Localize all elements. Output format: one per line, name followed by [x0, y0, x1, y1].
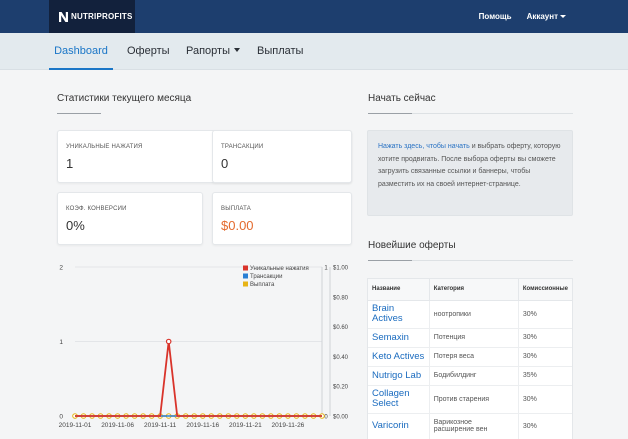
newest-title-rule	[368, 260, 412, 261]
y2-tick-label: 0	[324, 415, 328, 421]
x-tick-label: 2019-11-21	[229, 422, 262, 429]
offer-commission: 30%	[517, 300, 572, 329]
table-row[interactable]: Keto Actives Потеря веса 30%	[368, 347, 572, 367]
caret-down-icon	[560, 15, 566, 18]
y-tick-label: 2	[59, 265, 63, 272]
legend-swatch	[243, 273, 248, 279]
offer-commission: 35%	[517, 366, 572, 386]
payout-card: Выплата $0.00	[212, 192, 352, 245]
offer-category: Бодибилдинг	[428, 366, 519, 386]
y2-tick-label: 1	[324, 266, 328, 272]
transactions-value: 0	[221, 156, 229, 171]
conversion-card: Коэф. конверсии 0%	[57, 192, 203, 245]
start-title-rule	[368, 113, 412, 114]
newest-title: Новейшие оферты	[368, 240, 456, 251]
x-tick-label: 2019-11-01	[59, 422, 92, 429]
legend-swatch	[243, 265, 248, 271]
newest-title-rule-light	[412, 260, 573, 261]
y-tick-label: 0	[59, 414, 63, 421]
series-line	[75, 341, 322, 417]
offer-name[interactable]: Nutrigo Lab	[368, 366, 430, 386]
tab-reports[interactable]: Рапорты	[186, 33, 240, 70]
col-commission: Комиссионные	[517, 279, 572, 301]
logo-n-icon	[59, 11, 68, 22]
offers-table: Название Категория Комиссионные Brain Ac…	[367, 278, 573, 439]
start-title: Начать сейчас	[368, 93, 436, 104]
y3-tick-label: $0.00	[333, 415, 349, 421]
stats-title-rule	[57, 113, 101, 114]
account-menu[interactable]: Аккаунт	[527, 12, 566, 21]
conversion-value: 0%	[66, 218, 85, 233]
offer-category: Против старения	[428, 385, 519, 414]
unique-clicks-label: Уникальные нажатия	[66, 144, 143, 150]
y-tick-label: 1	[59, 339, 63, 346]
table-row[interactable]: Semaxin Потенция 30%	[368, 328, 572, 348]
y3-tick-label: $0.60	[333, 325, 349, 331]
y3-tick-label: $0.80	[333, 295, 349, 301]
brand-logo[interactable]: NUTRIPROFITS	[49, 0, 135, 33]
x-tick-label: 2019-11-06	[101, 422, 134, 429]
table-row[interactable]: Brain Actives ноотропики 30%	[368, 300, 572, 329]
tab-offers[interactable]: Оферты	[127, 33, 170, 70]
offer-commission: 30%	[517, 328, 572, 348]
top-links: Помощь Аккаунт	[464, 0, 566, 33]
offer-commission: 30%	[517, 385, 572, 414]
series-point	[165, 338, 172, 345]
tab-payouts[interactable]: Выплаты	[257, 33, 303, 70]
tab-dashboard[interactable]: Dashboard	[49, 33, 113, 70]
x-tick-label: 2019-11-16	[186, 422, 219, 429]
stats-title: Статистики текущего месяца	[57, 93, 192, 104]
unique-clicks-value: 1	[66, 156, 74, 171]
legend-label: Уникальные нажатия	[250, 266, 309, 272]
y3-tick-label: $0.40	[333, 355, 349, 361]
offer-category: Потенция	[428, 328, 519, 348]
offer-category: Варикозное расширение вен	[428, 413, 519, 439]
table-row[interactable]: Collagen Select Против старения 30%	[368, 385, 572, 414]
transactions-label: Трансакции	[221, 144, 264, 150]
x-tick-label: 2019-11-11	[144, 422, 177, 429]
y3-tick-label: $1.00	[333, 266, 349, 272]
payout-label: Выплата	[221, 206, 251, 212]
offer-name[interactable]: Varicorin	[368, 413, 430, 439]
table-row[interactable]: Varicorin Варикозное расширение вен 30%	[368, 413, 572, 439]
legend-label: Трансакции	[250, 274, 282, 280]
brand-name: NUTRIPROFITS	[71, 12, 133, 21]
top-bar: NUTRIPROFITS Помощь Аккаунт	[0, 0, 628, 33]
help-link[interactable]: Помощь	[479, 12, 512, 21]
account-label: Аккаунт	[526, 12, 558, 21]
table-row[interactable]: Nutrigo Lab Бодибилдинг 35%	[368, 366, 572, 386]
offer-name[interactable]: Brain Actives	[368, 300, 430, 329]
offer-category: ноотропики	[428, 300, 519, 329]
offer-name[interactable]: Semaxin	[368, 328, 430, 348]
offer-category: Потеря веса	[428, 347, 519, 367]
offer-commission: 30%	[517, 347, 572, 367]
main-nav: Dashboard Оферты Рапорты Выплаты	[0, 33, 628, 70]
legend-label: Выплата	[250, 282, 275, 288]
x-tick-label: 2019-11-26	[272, 422, 305, 429]
conversion-label: Коэф. конверсии	[66, 206, 127, 212]
offer-name[interactable]: Collagen Select	[368, 385, 430, 414]
offer-name[interactable]: Keto Actives	[368, 347, 430, 367]
offers-header-row: Название Категория Комиссионные	[368, 279, 572, 301]
start-link[interactable]: Нажать здесь, чтобы начать	[378, 143, 470, 150]
chevron-down-icon	[233, 48, 240, 53]
offer-commission: 30%	[517, 413, 572, 439]
transactions-card: Трансакции 0	[212, 130, 352, 183]
tab-reports-label: Рапорты	[186, 45, 230, 57]
start-info-box: Нажать здесь, чтобы начать и выбрать офе…	[367, 130, 573, 216]
y3-tick-label: $0.20	[333, 385, 349, 391]
start-title-rule-light	[412, 113, 573, 114]
stats-chart: 0 1 2 0 1 $0.00 $0.20 $0.40 $0.60 $0.80 $1.00 2019-…	[59, 265, 349, 430]
col-category: Категория	[428, 279, 519, 301]
col-name: Название	[368, 279, 430, 301]
legend-swatch	[243, 281, 248, 287]
payout-value: $0.00	[221, 218, 254, 233]
